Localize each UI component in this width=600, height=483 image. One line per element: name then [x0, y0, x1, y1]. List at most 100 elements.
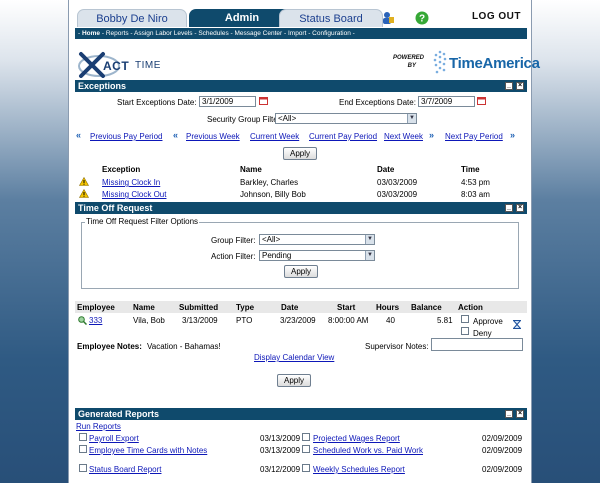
top-tabs: Bobby De Niro Admin Status Board: [73, 9, 529, 29]
exception-name: Barkley, Charles: [240, 178, 299, 187]
exceptions-apply-button[interactable]: Apply: [283, 147, 317, 160]
close-icon[interactable]: ×: [516, 82, 524, 90]
brand-product: ACT: [103, 59, 130, 73]
request-start: 8:00:00 AM: [328, 316, 369, 325]
supervisor-notes-input[interactable]: [431, 338, 523, 351]
next-week-link[interactable]: Next Week: [384, 132, 423, 141]
report-link[interactable]: Payroll Export: [89, 434, 139, 443]
calendar-icon[interactable]: [259, 96, 268, 105]
app-frame: Bobby De Niro Admin Status Board ? LOG O…: [68, 0, 540, 483]
col-name: Name: [133, 303, 155, 312]
report-checkbox[interactable]: [302, 464, 310, 472]
nav-import[interactable]: Import: [288, 30, 306, 37]
col-hours: Hours: [376, 303, 400, 312]
minimize-icon[interactable]: _: [505, 204, 513, 212]
minimize-icon[interactable]: _: [505, 410, 513, 418]
report-link[interactable]: Status Board Report: [89, 465, 161, 474]
previous-pay-period-link[interactable]: Previous Pay Period: [90, 132, 162, 141]
exception-time: 8:03 am: [461, 190, 490, 199]
close-icon[interactable]: ×: [516, 410, 524, 418]
double-left-arrow-icon[interactable]: «: [173, 130, 178, 140]
exception-link[interactable]: Missing Clock In: [102, 178, 160, 187]
approve-label: Approve: [473, 317, 503, 326]
col-name: Name: [240, 165, 262, 174]
powered-by-label: POWERED BY: [393, 55, 425, 69]
current-week-link[interactable]: Current Week: [250, 132, 299, 141]
warning-icon: [79, 189, 89, 198]
report-checkbox[interactable]: [79, 433, 87, 441]
time-off-apply-button[interactable]: Apply: [277, 374, 311, 387]
minimize-icon[interactable]: _: [505, 82, 513, 90]
deny-checkbox[interactable]: [461, 327, 469, 335]
time-off-header: Time Off Request _ ×: [75, 202, 527, 214]
col-submitted: Submitted: [179, 303, 219, 312]
group-filter-select[interactable]: <All> ▼: [259, 234, 375, 245]
request-date: 3/23/2009: [280, 316, 316, 325]
double-left-arrow-icon[interactable]: «: [76, 130, 81, 140]
sub-navigation: - Home - Reports - Assign Labor Levels -…: [75, 28, 527, 39]
report-checkbox[interactable]: [79, 445, 87, 453]
display-calendar-view-link[interactable]: Display Calendar View: [254, 353, 334, 362]
next-pay-period-link[interactable]: Next Pay Period: [445, 132, 503, 141]
report-checkbox[interactable]: [79, 464, 87, 472]
nav-reports[interactable]: Reports: [106, 30, 129, 37]
end-date-input[interactable]: 3/7/2009: [418, 96, 475, 107]
previous-week-link[interactable]: Previous Week: [186, 132, 240, 141]
nav-schedules[interactable]: Schedules: [198, 30, 228, 37]
double-right-arrow-icon[interactable]: »: [510, 130, 515, 140]
col-type: Type: [236, 303, 255, 312]
help-icon[interactable]: ?: [415, 11, 429, 25]
tab-status-board[interactable]: Status Board: [279, 9, 383, 27]
col-start: Start: [337, 303, 356, 312]
security-group-select[interactable]: <All> ▼: [275, 113, 417, 124]
logout-link[interactable]: LOG OUT: [472, 11, 521, 22]
approve-checkbox[interactable]: [461, 315, 469, 323]
hourglass-icon: [513, 320, 521, 329]
chevron-down-icon: ▼: [365, 235, 374, 244]
brand-partner: TimeAmerica: [449, 55, 540, 72]
report-link[interactable]: Employee Time Cards with Notes: [89, 446, 207, 455]
report-checkbox[interactable]: [302, 445, 310, 453]
end-date-label: End Exceptions Date:: [339, 98, 416, 107]
col-balance: Balance: [411, 303, 442, 312]
start-date-input[interactable]: 3/1/2009: [199, 96, 256, 107]
exceptions-header: Exceptions _ ×: [75, 80, 527, 92]
exception-link[interactable]: Missing Clock Out: [102, 190, 166, 199]
time-off-filter-apply-button[interactable]: Apply: [284, 265, 318, 278]
report-link[interactable]: Projected Wages Report: [313, 434, 400, 443]
exception-time: 4:53 pm: [461, 178, 490, 187]
request-type: PTO: [236, 316, 253, 325]
report-checkbox[interactable]: [302, 433, 310, 441]
tab-user[interactable]: Bobby De Niro: [77, 9, 187, 27]
employee-id-link[interactable]: 333: [89, 316, 102, 325]
request-submitted: 3/13/2009: [182, 316, 218, 325]
report-link[interactable]: Weekly Schedules Report: [313, 465, 405, 474]
report-date: 03/13/2009: [260, 434, 301, 443]
double-right-arrow-icon[interactable]: »: [429, 130, 434, 140]
deny-label: Deny: [473, 329, 492, 338]
calendar-icon[interactable]: [477, 96, 486, 105]
user-settings-icon[interactable]: [381, 11, 395, 25]
report-link[interactable]: Scheduled Work vs. Paid Work: [313, 446, 423, 455]
report-date: 02/09/2009: [482, 446, 523, 455]
current-pay-period-link[interactable]: Current Pay Period: [309, 132, 377, 141]
nav-configuration[interactable]: Configuration: [312, 30, 351, 37]
time-off-filter-legend: Time Off Request Filter Options: [85, 217, 200, 226]
close-icon[interactable]: ×: [516, 204, 524, 212]
nav-message-center[interactable]: Message Center: [234, 30, 282, 37]
magnifier-icon[interactable]: [78, 316, 87, 325]
chevron-down-icon: ▼: [365, 251, 374, 260]
nav-assign-labor-levels[interactable]: Assign Labor Levels: [134, 30, 193, 37]
chevron-down-icon: ▼: [407, 114, 416, 123]
exception-date: 03/03/2009: [377, 178, 418, 187]
nav-home[interactable]: Home: [82, 30, 100, 37]
report-date: 02/09/2009: [482, 434, 523, 443]
request-hours: 40: [386, 316, 395, 325]
report-date: 03/12/2009: [260, 465, 301, 474]
exception-date: 03/03/2009: [377, 190, 418, 199]
action-filter-select[interactable]: Pending ▼: [259, 250, 375, 261]
brand-bar: ACT TIME POWERED BY TimeAmerica: [75, 44, 540, 82]
run-reports-link[interactable]: Run Reports: [76, 422, 121, 431]
report-date: 03/13/2009: [260, 446, 301, 455]
action-filter-label: Action Filter:: [211, 252, 256, 261]
